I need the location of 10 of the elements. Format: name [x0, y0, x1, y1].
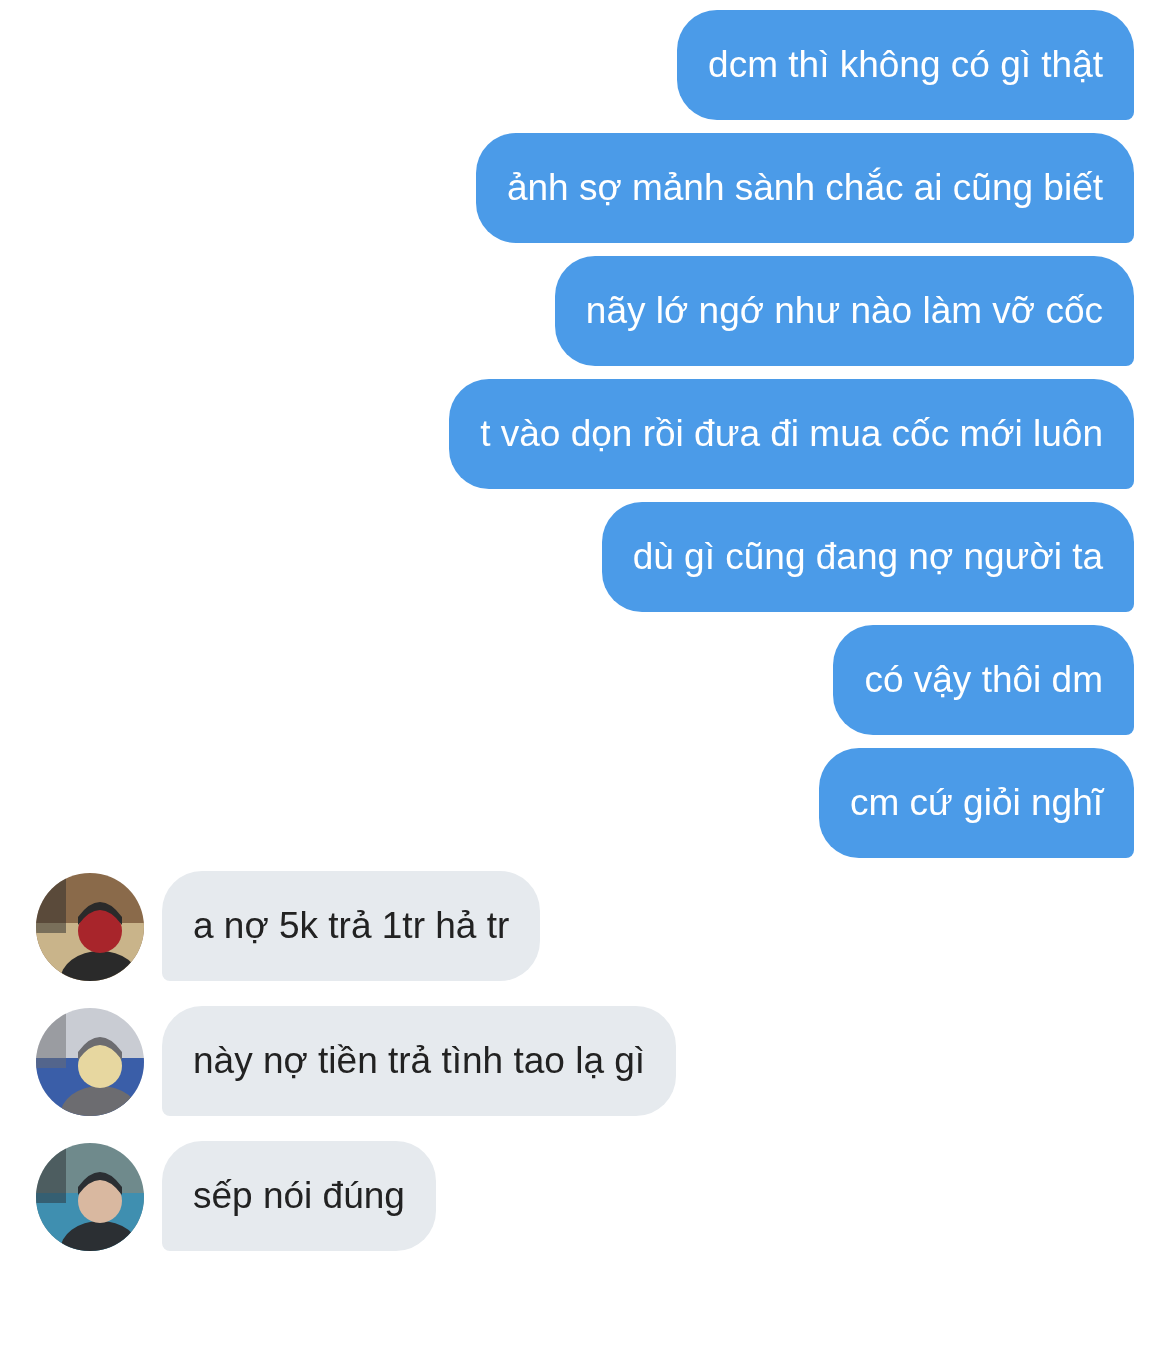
- message-bubble: sếp nói đúng: [162, 1141, 436, 1251]
- message-bubble: dù gì cũng đang nợ người ta: [601, 502, 1134, 612]
- message-bubble: dcm thì không có gì thật: [677, 10, 1134, 120]
- message-bubble: t vào dọn rồi đưa đi mua cốc mới luôn: [449, 379, 1134, 489]
- message-bubble: ảnh sợ mảnh sành chắc ai cũng biết: [475, 133, 1134, 243]
- message-bubble: nãy lớ ngớ như nào làm vỡ cốc: [554, 256, 1134, 366]
- message-bubble: có vậy thôi dm: [833, 625, 1134, 735]
- message-bubble: cm cứ giỏi nghĩ: [818, 748, 1134, 858]
- message-bubble: a nợ 5k trả 1tr hả tr: [162, 871, 541, 981]
- message-bubble: này nợ tiền trả tình tao lạ gì: [162, 1006, 677, 1116]
